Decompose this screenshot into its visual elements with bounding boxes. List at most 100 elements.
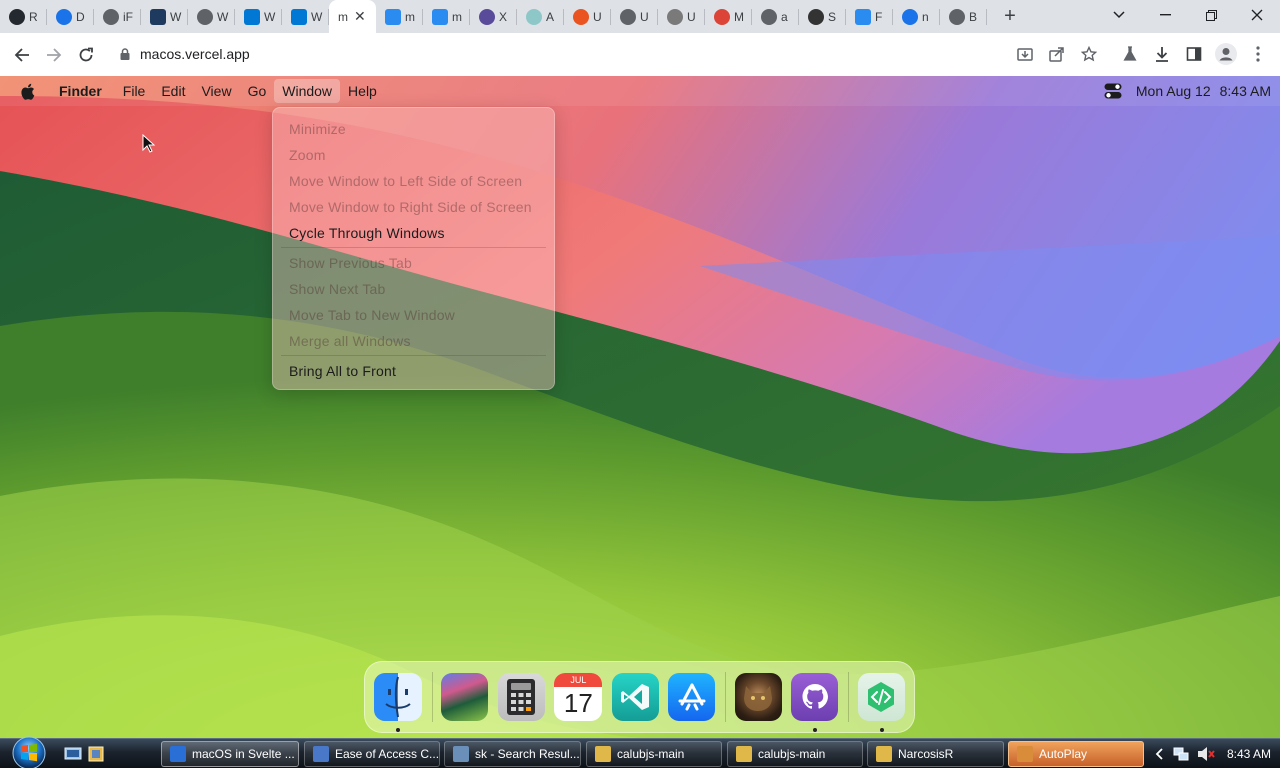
close-tab-icon[interactable]: ✕: [354, 8, 366, 25]
profile-button[interactable]: [1210, 38, 1242, 70]
menubar-window[interactable]: Window: [274, 79, 341, 103]
bookmark-button[interactable]: [1073, 38, 1105, 70]
menu-item-zoom[interactable]: Zoom: [273, 142, 554, 168]
forward-button[interactable]: [38, 39, 70, 71]
dock-app-store[interactable]: [668, 673, 716, 721]
control-center-icon[interactable]: [1104, 83, 1122, 99]
taskbar-window-button[interactable]: NarcosisR: [867, 741, 1004, 767]
lock-icon: [120, 48, 130, 60]
download-icon: [1156, 47, 1168, 62]
menu-item-merge-windows[interactable]: Merge all Windows: [273, 328, 554, 354]
tab-title: W: [217, 9, 229, 24]
finder-icon: [432, 8, 448, 25]
dock-wallpapers[interactable]: [441, 673, 489, 721]
extensions-button[interactable]: [1114, 38, 1146, 70]
browser-tab[interactable]: W: [188, 0, 235, 33]
close-window-button[interactable]: [1234, 0, 1280, 30]
browser-tab[interactable]: F: [846, 0, 893, 33]
taskbar-window-button[interactable]: macOS in Svelte ...: [161, 741, 299, 767]
browser-tab[interactable]: B: [940, 0, 987, 33]
browser-tab[interactable]: W: [141, 0, 188, 33]
menubar-go[interactable]: Go: [240, 79, 275, 103]
side-panel-button[interactable]: [1178, 38, 1210, 70]
share-icon: [1049, 47, 1064, 62]
network-icon[interactable]: [1173, 746, 1189, 762]
menu-item-next-tab[interactable]: Show Next Tab: [273, 276, 554, 302]
browser-tab[interactable]: X: [470, 0, 517, 33]
menubar-app-name[interactable]: Finder: [47, 79, 115, 103]
minimize-window-button[interactable]: [1142, 0, 1188, 30]
browser-tab[interactable]: D: [47, 0, 94, 33]
menu-item-move-left[interactable]: Move Window to Left Side of Screen: [273, 168, 554, 194]
restore-window-button[interactable]: [1188, 0, 1234, 30]
taskbar-window-button[interactable]: AutoPlay: [1008, 741, 1144, 767]
address-bar[interactable]: macos.vercel.app: [108, 38, 1108, 70]
menu-item-bring-all-front[interactable]: Bring All to Front: [273, 358, 554, 384]
tab-list: R DiF W W W Wm ✕ m m X A U U U Ma S Fn B: [0, 0, 987, 33]
menubar-view[interactable]: View: [193, 79, 239, 103]
browser-tab[interactable]: W: [235, 0, 282, 33]
finder-icon: [385, 8, 401, 25]
ubuntu-icon: [573, 8, 589, 25]
browser-tab[interactable]: iF: [94, 0, 141, 33]
reload-button[interactable]: [70, 39, 102, 71]
taskbar-window-button[interactable]: sk - Search Resul...: [444, 741, 581, 767]
menu-item-move-tab[interactable]: Move Tab to New Window: [273, 302, 554, 328]
browser-tab[interactable]: W: [282, 0, 329, 33]
browser-tab[interactable]: m: [423, 0, 470, 33]
install-app-button[interactable]: [1009, 38, 1041, 70]
menubar-time[interactable]: 8:43 AM: [1220, 83, 1271, 99]
browser-tab[interactable]: U: [564, 0, 611, 33]
apple-menu[interactable]: [0, 79, 47, 103]
taskbar-window-button[interactable]: Ease of Access C...: [304, 741, 440, 767]
switch-windows-icon[interactable]: [87, 745, 105, 763]
menu-item-minimize[interactable]: Minimize: [273, 116, 554, 142]
taskbar-window-label: calubjs-main: [617, 747, 685, 761]
menubar-edit[interactable]: Edit: [153, 79, 193, 103]
dock-finder[interactable]: [374, 673, 422, 732]
browser-tab[interactable]: U: [658, 0, 705, 33]
volume-muted-icon[interactable]: [1197, 746, 1215, 762]
back-button[interactable]: [6, 39, 38, 71]
dock-calculator[interactable]: [497, 673, 545, 721]
chevron-left-icon[interactable]: [1155, 748, 1165, 760]
menu-item-cycle-windows[interactable]: Cycle Through Windows: [273, 220, 554, 246]
system-tray: 8:43 AM: [1145, 739, 1280, 768]
tab-search-button[interactable]: [1096, 0, 1142, 30]
menubar-file[interactable]: File: [115, 79, 154, 103]
taskbar-clock[interactable]: 8:43 AM: [1227, 747, 1271, 761]
browser-tab[interactable]: R: [0, 0, 47, 33]
chrome-icon: [714, 8, 730, 25]
menu-button[interactable]: [1242, 38, 1274, 70]
menu-item-move-right[interactable]: Move Window to Right Side of Screen: [273, 194, 554, 220]
browser-tab[interactable]: A: [517, 0, 564, 33]
menu-item-previous-tab[interactable]: Show Previous Tab: [273, 250, 554, 276]
browser-tab[interactable]: n: [893, 0, 940, 33]
macos-desktop[interactable]: Finder File Edit View Go Window Help Mon…: [0, 76, 1280, 738]
dock-github[interactable]: [791, 673, 839, 732]
menubar-help[interactable]: Help: [340, 79, 385, 103]
browser-tab[interactable]: S: [799, 0, 846, 33]
tab-title: W: [264, 9, 276, 24]
tab-title: M: [734, 9, 744, 24]
new-tab-button[interactable]: +: [995, 2, 1025, 32]
downloads-button[interactable]: [1146, 38, 1178, 70]
globe-icon: [103, 8, 119, 25]
dock-vscode[interactable]: [611, 673, 659, 721]
menubar-date[interactable]: Mon Aug 12: [1136, 83, 1211, 99]
dock-photo[interactable]: [734, 673, 782, 721]
show-desktop-icon[interactable]: [64, 745, 82, 763]
dock-calendar[interactable]: JUL 17: [554, 673, 603, 721]
dock-dev-tools[interactable]: [857, 673, 905, 732]
taskbar-window-button[interactable]: calubjs-main: [586, 741, 722, 767]
browser-tab[interactable]: m ✕: [329, 0, 376, 33]
start-button[interactable]: [9, 736, 49, 768]
browser-tab[interactable]: U: [611, 0, 658, 33]
share-button[interactable]: [1041, 38, 1073, 70]
browser-tab[interactable]: m: [376, 0, 423, 33]
person-icon: [526, 8, 542, 25]
taskbar-window-button[interactable]: calubjs-main: [727, 741, 863, 767]
github-icon: [802, 684, 828, 709]
browser-tab[interactable]: M: [705, 0, 752, 33]
browser-tab[interactable]: a: [752, 0, 799, 33]
